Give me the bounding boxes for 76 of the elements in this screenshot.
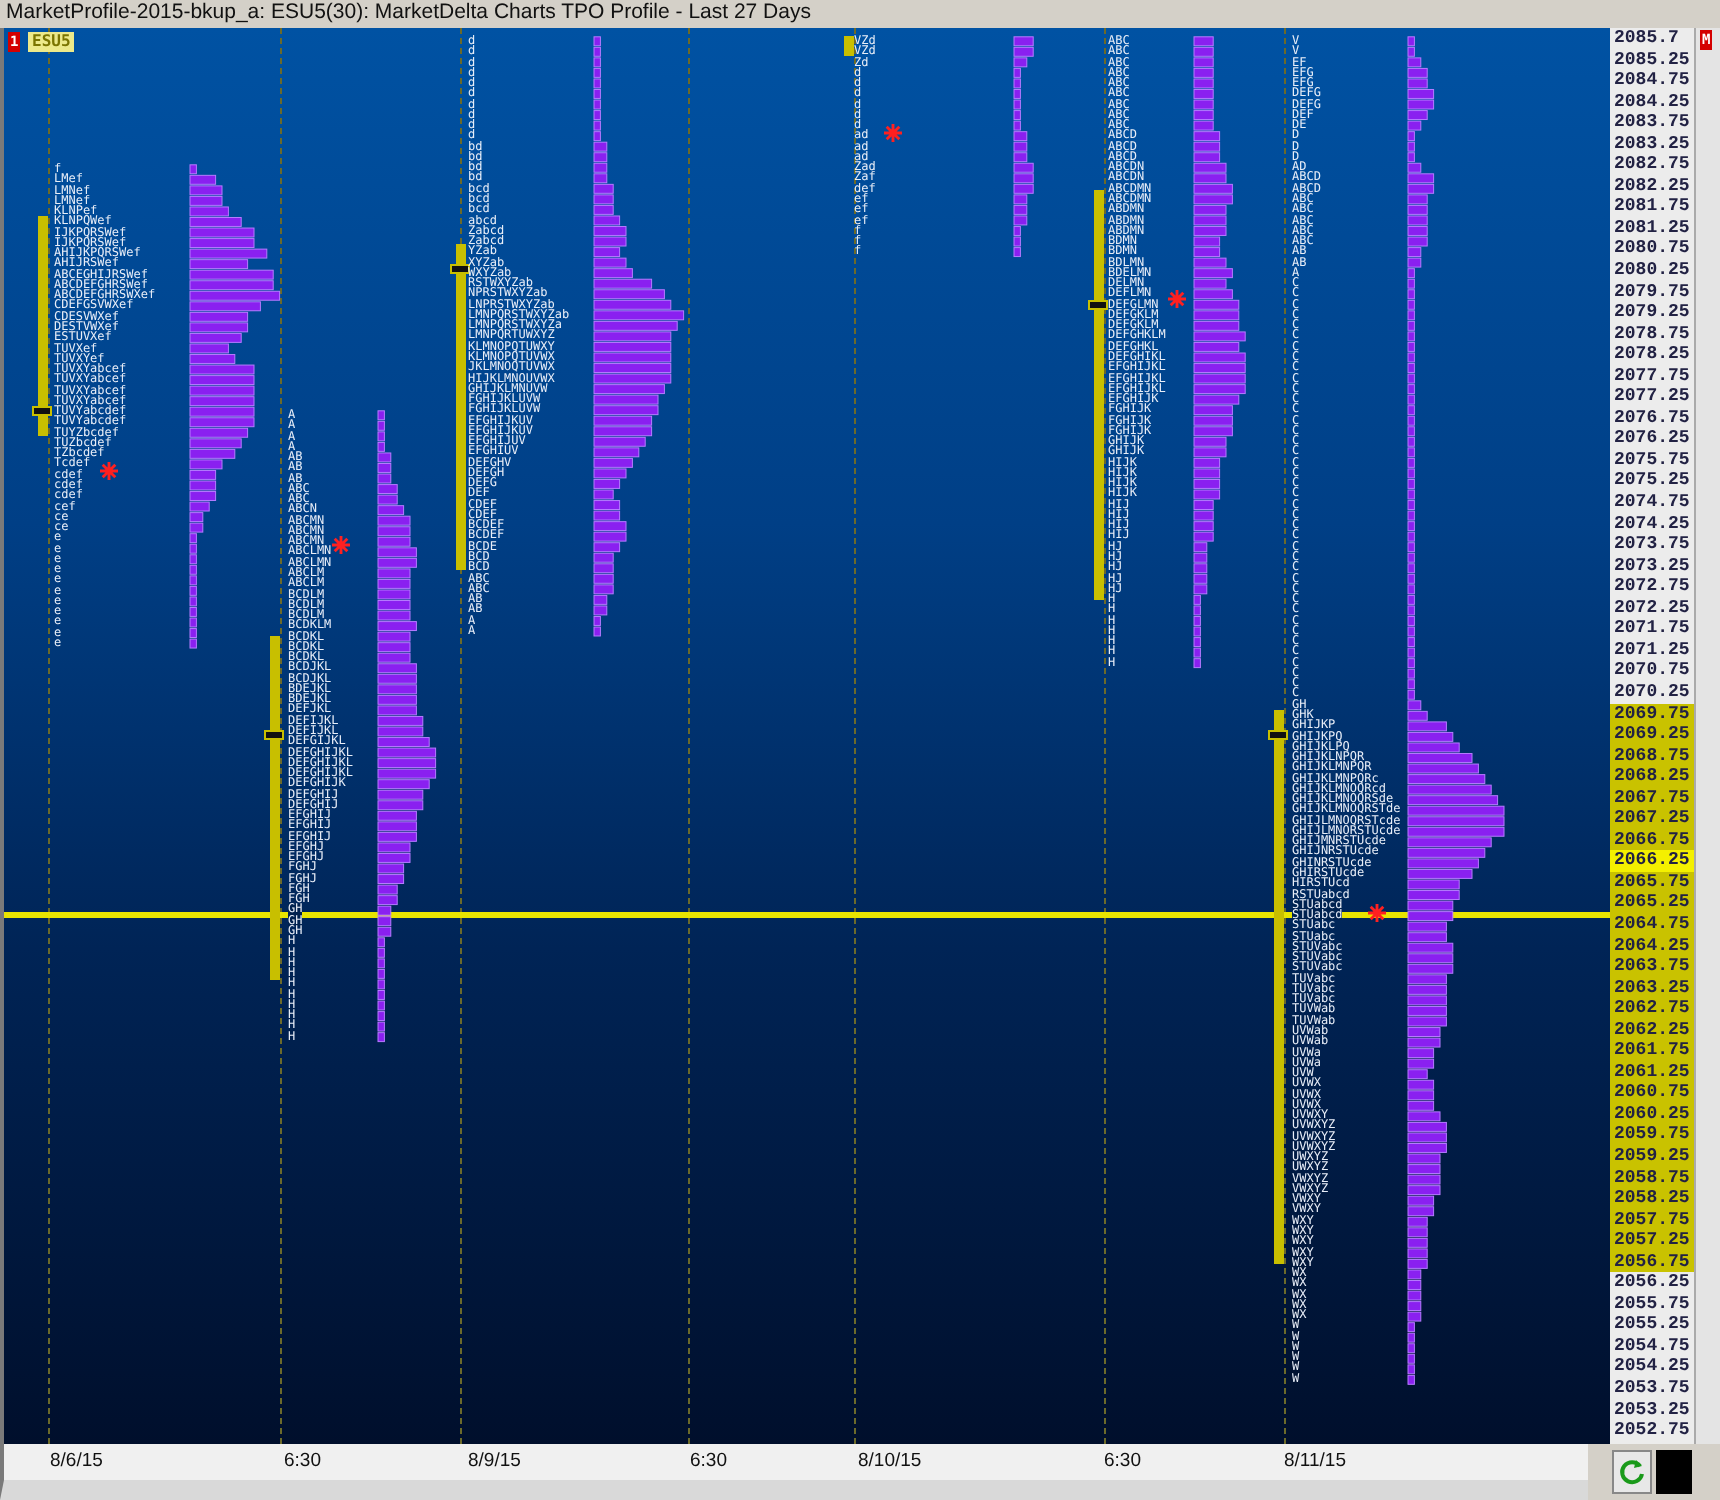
price-label: 2065.25 bbox=[1610, 892, 1694, 914]
price-label: 2074.75 bbox=[1612, 492, 1692, 514]
price-label: 2083.25 bbox=[1612, 133, 1692, 155]
time-label: 6:30 bbox=[284, 1450, 321, 1472]
price-label: 2055.25 bbox=[1612, 1314, 1692, 1336]
price-label: 2054.75 bbox=[1612, 1335, 1692, 1357]
price-label: 2069.25 bbox=[1610, 724, 1694, 746]
price-label: 2080.25 bbox=[1612, 260, 1692, 282]
price-label: 2060.25 bbox=[1610, 1103, 1694, 1125]
price-label: 2069.75 bbox=[1610, 703, 1694, 725]
price-label: 2084.25 bbox=[1612, 91, 1692, 113]
price-label: 2056.75 bbox=[1610, 1251, 1694, 1273]
price-label: 2066.25 bbox=[1610, 850, 1694, 872]
price-label: 2072.75 bbox=[1612, 576, 1692, 598]
price-label: 2072.25 bbox=[1612, 597, 1692, 619]
price-label: 2066.75 bbox=[1610, 829, 1694, 851]
price-label: 2077.25 bbox=[1612, 386, 1692, 408]
price-label: 2082.75 bbox=[1612, 154, 1692, 176]
price-label: 2063.75 bbox=[1610, 956, 1694, 978]
price-label: 2055.75 bbox=[1612, 1293, 1692, 1315]
price-label: 2073.75 bbox=[1612, 534, 1692, 556]
price-label: 2082.25 bbox=[1612, 175, 1692, 197]
price-label: 2057.75 bbox=[1610, 1209, 1694, 1231]
price-label: 2068.25 bbox=[1610, 766, 1694, 788]
price-label: 2061.75 bbox=[1610, 1040, 1694, 1062]
price-label: 2073.25 bbox=[1612, 555, 1692, 577]
price-label: 2085.7 bbox=[1612, 28, 1681, 50]
price-label: 2058.75 bbox=[1610, 1167, 1694, 1189]
price-label: 2059.25 bbox=[1610, 1145, 1694, 1168]
price-label: 2074.25 bbox=[1612, 513, 1692, 535]
price-label: 2057.25 bbox=[1610, 1230, 1694, 1252]
price-label: 2068.75 bbox=[1610, 745, 1694, 767]
price-label: 2081.75 bbox=[1612, 196, 1692, 218]
price-label: 2058.25 bbox=[1610, 1188, 1694, 1210]
price-label: 2064.75 bbox=[1610, 913, 1694, 936]
window-title: MarketProfile-2015-bkup_a: ESU5(30): MarketDelta Charts TPO Profile - Last 27 Days bbox=[4, 0, 813, 28]
price-label: 2078.75 bbox=[1612, 323, 1692, 345]
price-label: 2077.75 bbox=[1612, 365, 1692, 387]
price-label: 2081.25 bbox=[1612, 217, 1692, 239]
price-label: 2075.75 bbox=[1612, 449, 1692, 471]
price-label: 2060.75 bbox=[1610, 1082, 1694, 1104]
time-label: 8/11/15 bbox=[1284, 1450, 1346, 1472]
price-label: 2062.25 bbox=[1610, 1019, 1694, 1041]
price-label: 2079.25 bbox=[1612, 302, 1692, 324]
price-label: 2054.25 bbox=[1612, 1356, 1692, 1378]
price-label: 2070.75 bbox=[1612, 660, 1692, 682]
price-label: 2079.75 bbox=[1612, 281, 1692, 303]
price-label: 2059.75 bbox=[1610, 1124, 1694, 1146]
price-label: 2064.25 bbox=[1610, 935, 1694, 957]
price-label: 2076.75 bbox=[1612, 407, 1692, 429]
price-label: 2075.25 bbox=[1612, 470, 1692, 493]
price-label: 2083.75 bbox=[1612, 112, 1692, 134]
price-label: 2063.25 bbox=[1610, 977, 1694, 999]
price-label: 2062.75 bbox=[1610, 998, 1694, 1020]
time-label: 8/9/15 bbox=[468, 1450, 521, 1472]
time-label: 6:30 bbox=[690, 1450, 727, 1472]
price-label: 2067.75 bbox=[1610, 787, 1694, 809]
price-label: 2078.25 bbox=[1612, 344, 1692, 366]
symbol-label: ESU5 bbox=[28, 32, 75, 52]
price-label: 2070.25 bbox=[1612, 681, 1692, 703]
time-label: 6:30 bbox=[1104, 1450, 1141, 1472]
price-label: 2076.25 bbox=[1612, 428, 1692, 450]
price-label: 2065.75 bbox=[1610, 871, 1694, 893]
price-label: 2053.75 bbox=[1612, 1378, 1692, 1400]
price-label: 2061.25 bbox=[1610, 1061, 1694, 1083]
price-label: 2080.75 bbox=[1612, 238, 1692, 261]
price-label: 2071.25 bbox=[1612, 639, 1692, 661]
price-label: 2067.25 bbox=[1610, 808, 1694, 830]
price-label: 2052.75 bbox=[1612, 1420, 1692, 1442]
price-label: 2053.25 bbox=[1612, 1399, 1692, 1421]
price-label: 2056.25 bbox=[1612, 1272, 1692, 1294]
price-label: 2071.75 bbox=[1612, 618, 1692, 640]
time-label: 8/10/15 bbox=[858, 1450, 922, 1472]
price-label: 2085.25 bbox=[1612, 49, 1692, 71]
time-label: 8/6/15 bbox=[50, 1450, 103, 1472]
price-label: 2084.75 bbox=[1612, 70, 1692, 92]
